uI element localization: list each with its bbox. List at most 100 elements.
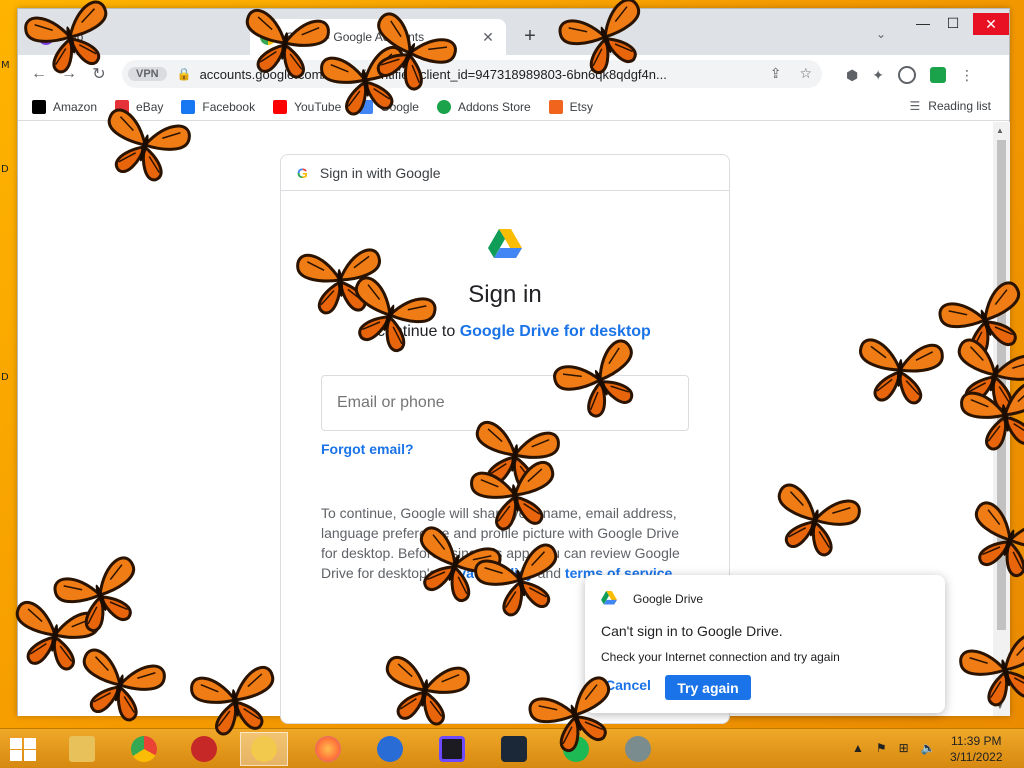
bookmark-label: Google xyxy=(380,99,419,114)
taskbar-file-explorer[interactable] xyxy=(58,732,106,766)
vpn-badge[interactable]: VPN xyxy=(128,67,167,81)
bookmark-label: YouTube xyxy=(294,99,342,114)
url-text[interactable]: accounts.google.com/signin/identifier?cl… xyxy=(200,67,822,82)
consent-text: To continue, Google will share your name… xyxy=(321,503,689,583)
consent-and: and xyxy=(537,565,562,581)
bookmark-amazon[interactable]: Amazon xyxy=(32,99,97,114)
bookmark-label: Etsy xyxy=(569,99,594,114)
chrome-icon xyxy=(131,736,157,762)
scroll-up-icon[interactable]: ▲ xyxy=(996,126,1004,135)
reading-list-icon: ☰ xyxy=(909,99,921,113)
email-field[interactable] xyxy=(321,375,689,431)
extensions-puzzle-icon[interactable]: ✦ xyxy=(872,67,884,84)
taskbar-clock[interactable]: 11:39 PM 3/11/2022 xyxy=(950,733,1003,765)
app-red-icon xyxy=(191,736,217,762)
taskbar: ▲ ⚑ ⊞ 🔈 11:39 PM 3/11/2022 xyxy=(0,728,1024,768)
firefox-icon xyxy=(315,736,341,762)
taskbar-password-manager[interactable] xyxy=(240,732,288,766)
youtube-icon xyxy=(273,99,288,114)
back-icon[interactable]: ← xyxy=(24,65,54,83)
subtitle-prefix: to continue to xyxy=(359,323,456,340)
desktop-edge-label: D xyxy=(1,372,9,383)
google-g-icon: G xyxy=(297,164,308,181)
network-app-icon xyxy=(625,736,651,762)
clock-date: 3/11/2022 xyxy=(950,750,1003,764)
addons-store-icon xyxy=(436,99,451,114)
menu-kebab-icon[interactable]: ⋮ xyxy=(960,67,974,84)
page-title: Sign in xyxy=(468,281,542,308)
taskbar-spotify[interactable] xyxy=(552,732,600,766)
bookmark-ebay[interactable]: eBay xyxy=(115,99,164,114)
windows-start-icon[interactable] xyxy=(8,736,38,762)
try-again-button[interactable]: Try again xyxy=(665,675,751,700)
scroll-down-icon[interactable]: ▼ xyxy=(996,702,1004,711)
google-drive-icon xyxy=(601,591,617,605)
taskbar-steam[interactable] xyxy=(490,732,538,766)
clock-time: 11:39 PM xyxy=(951,734,1002,748)
security-shield-icon[interactable] xyxy=(929,67,946,83)
spotify-icon xyxy=(563,736,589,762)
scrollbar-thumb[interactable] xyxy=(997,140,1006,630)
etsy-icon xyxy=(548,99,563,114)
signin-subtitle: to continue to Google Drive for desktop xyxy=(281,323,729,341)
steam-icon xyxy=(501,736,527,762)
bookmark-facebook[interactable]: Facebook xyxy=(181,99,256,114)
reload-icon[interactable]: ↻ xyxy=(84,64,114,84)
tab-title: Tab xyxy=(64,30,84,44)
notification-app-name: Google Drive xyxy=(633,592,704,606)
taskbar-protonvpn[interactable] xyxy=(428,732,476,766)
drive-error-notification: Google Drive Can't sign in to Google Dri… xyxy=(585,575,945,713)
show-hidden-icons-icon[interactable]: ▲ xyxy=(852,741,864,755)
file-explorer-icon xyxy=(69,736,95,762)
minimize-button[interactable]: — xyxy=(908,15,938,31)
network-icon[interactable]: ⊞ xyxy=(899,741,909,755)
amazon-icon xyxy=(32,99,46,114)
google-icon xyxy=(260,29,276,45)
maximize-button[interactable]: ☐ xyxy=(938,15,968,32)
tab-new[interactable]: Tab xyxy=(28,19,248,55)
tab-strip: Tab Sign in - Google Accounts ✕ + ⌄ — ☐ … xyxy=(18,9,1009,55)
app-name-link[interactable]: Google Drive for desktop xyxy=(460,323,651,340)
bookmark-etsy[interactable]: Etsy xyxy=(548,99,594,114)
address-bar[interactable]: VPN 🔒 accounts.google.com/signin/identif… xyxy=(122,60,822,88)
volume-icon[interactable]: 🔈 xyxy=(921,741,936,755)
bookmark-label: Facebook xyxy=(202,99,256,114)
bookmark-google[interactable]: Google xyxy=(359,99,419,114)
bookmark-star-icon[interactable]: ☆ xyxy=(799,65,812,82)
google-icon xyxy=(359,99,374,114)
cancel-button[interactable]: Cancel xyxy=(605,677,651,693)
extension-icons: ⬢ ✦ ⋮ xyxy=(846,66,974,84)
protonvpn-icon xyxy=(439,736,465,762)
close-tab-icon[interactable]: ✕ xyxy=(480,29,496,46)
tab-google-signin[interactable]: Sign in - Google Accounts ✕ xyxy=(250,19,506,55)
privacy-policy-link[interactable]: privacy policy xyxy=(440,565,533,581)
password-manager-icon xyxy=(251,736,277,762)
bookmark-youtube[interactable]: YouTube xyxy=(273,99,342,114)
flag-icon[interactable]: ⚑ xyxy=(876,741,887,755)
share-icon[interactable]: ⇪ xyxy=(770,65,782,82)
taskbar-app-red[interactable] xyxy=(180,732,228,766)
opera-icon xyxy=(38,29,54,45)
bookmark-addons-store[interactable]: Addons Store xyxy=(436,99,531,114)
taskbar-firefox[interactable] xyxy=(304,732,352,766)
ebay-icon xyxy=(115,99,130,114)
lock-icon[interactable]: 🔒 xyxy=(177,67,192,81)
forward-icon[interactable]: → xyxy=(54,65,84,83)
desktop-edge-label: M xyxy=(1,60,10,71)
forgot-email-link[interactable]: Forgot email? xyxy=(321,441,414,457)
taskbar-chrome[interactable] xyxy=(120,732,168,766)
close-window-button[interactable]: ✕ xyxy=(973,13,1009,35)
browser-toolbar: ← → ↻ VPN 🔒 accounts.google.com/signin/i… xyxy=(18,55,1009,93)
bookmarks-bar: Amazon eBay Facebook YouTube Google Addo… xyxy=(18,93,1009,121)
reading-list-button[interactable]: ☰ Reading list xyxy=(910,99,991,113)
taskbar-network-app[interactable] xyxy=(614,732,662,766)
taskbar-thunderbird[interactable] xyxy=(366,732,414,766)
profile-avatar-icon[interactable] xyxy=(897,66,916,84)
adblock-extension-icon[interactable]: ⬢ xyxy=(846,67,858,84)
page-scrollbar[interactable]: ▲ ▼ xyxy=(993,122,1010,716)
bookmark-label: eBay xyxy=(136,99,164,114)
new-tab-button[interactable]: + xyxy=(518,25,542,48)
notification-title: Can't sign in to Google Drive. xyxy=(601,623,783,639)
facebook-icon xyxy=(181,99,196,114)
tab-search-icon[interactable]: ⌄ xyxy=(876,27,886,41)
